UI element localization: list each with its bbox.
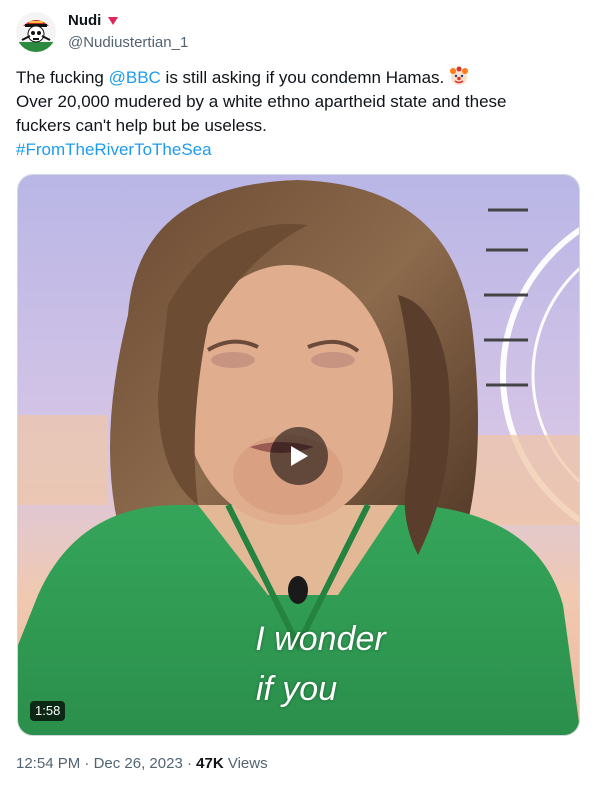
subtitle-line-1: I wonder xyxy=(255,620,386,658)
video-duration: 1:58 xyxy=(30,701,66,721)
clown-face-icon xyxy=(450,66,468,85)
play-button[interactable] xyxy=(270,427,328,485)
tweet-date[interactable]: Dec 26, 2023 xyxy=(94,755,183,772)
video-player[interactable]: I wonder if you 1:58 xyxy=(17,174,580,736)
tweet-text-part1: The fucking xyxy=(16,68,109,87)
tweet-meta: 12:54 PM · Dec 26, 2023 · 47K Views xyxy=(16,754,268,774)
tweet-time[interactable]: 12:54 PM xyxy=(16,755,80,772)
author-handle[interactable]: @Nudiustertian_1 xyxy=(68,33,188,53)
author-name-row[interactable]: Nudi xyxy=(68,11,119,31)
play-icon xyxy=(291,446,308,466)
hashtag-link[interactable]: #FromTheRiverToTheSea xyxy=(16,138,591,162)
pirate-skull-icon xyxy=(16,12,56,52)
meta-separator: · xyxy=(80,755,94,772)
tweet-line-3: fuckers can't help but be useless. xyxy=(16,116,267,135)
tweet-line-1: The fucking @BBC is still asking if you … xyxy=(16,66,591,90)
tweet-text-part2: is still asking if you condemn Hamas. xyxy=(160,68,449,87)
views-label: Views xyxy=(223,755,268,772)
mention-link[interactable]: @BBC xyxy=(109,68,161,87)
subtitle-line-2: if you xyxy=(255,670,338,708)
tweet-line-2: Over 20,000 mudered by a white ethno apa… xyxy=(16,92,507,111)
pink-heart-icon xyxy=(108,17,119,25)
views-count[interactable]: 47K xyxy=(196,755,224,772)
tweet-text: The fucking @BBC is still asking if you … xyxy=(16,66,591,162)
meta-separator-2: · xyxy=(182,755,197,772)
display-name[interactable]: Nudi xyxy=(68,11,101,31)
avatar[interactable] xyxy=(16,12,56,52)
